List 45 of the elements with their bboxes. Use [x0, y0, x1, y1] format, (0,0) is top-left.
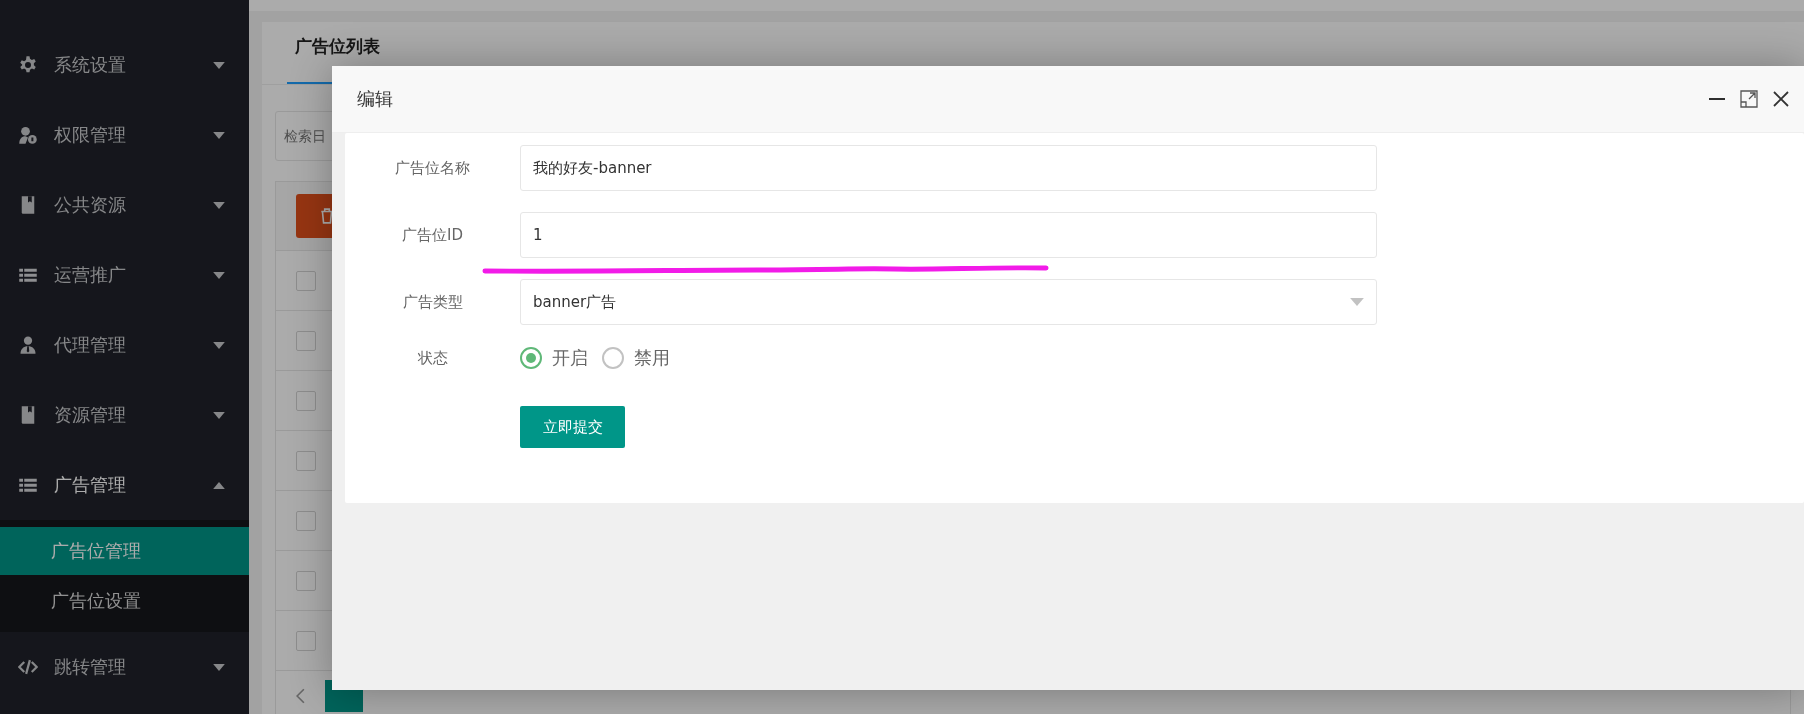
nav-item[interactable]: 代理管理: [0, 310, 249, 380]
caret-icon: [213, 411, 225, 419]
field-label: 广告位ID: [401, 225, 464, 245]
caret-icon: [213, 481, 225, 489]
trash-icon: [320, 208, 334, 224]
nav-item[interactable]: 广告管理: [0, 450, 249, 520]
submenu-item[interactable]: 广告位管理: [0, 527, 249, 575]
nav-item[interactable]: 权限管理: [0, 100, 249, 170]
field-label: 状态: [416, 348, 449, 368]
caret-icon: [213, 61, 225, 69]
code-icon: [18, 657, 38, 677]
caret-icon: [213, 131, 225, 139]
close-icon[interactable]: [1772, 90, 1790, 108]
nav-item[interactable]: 运营推广: [0, 240, 249, 310]
submenu-item[interactable]: 广告位设置: [0, 575, 249, 632]
caret-icon: [213, 271, 225, 279]
checkbox[interactable]: [296, 450, 316, 471]
checkbox[interactable]: [296, 630, 316, 651]
input-field[interactable]: 1: [520, 212, 1377, 258]
radio-option[interactable]: 开启: [520, 346, 588, 370]
submit-button[interactable]: 立即提交: [520, 406, 625, 448]
input-field[interactable]: 我的好友-banner: [520, 145, 1377, 191]
checkbox[interactable]: [296, 390, 316, 411]
maximize-icon[interactable]: [1740, 90, 1758, 108]
nav-item[interactable]: 资源管理: [0, 380, 249, 450]
checkbox[interactable]: [296, 570, 316, 591]
caret-icon: [1350, 298, 1364, 306]
field-label: 广告类型: [401, 292, 464, 312]
nav-item[interactable]: 系统设置: [0, 30, 249, 100]
nav-item[interactable]: 公共资源: [0, 170, 249, 240]
checkbox[interactable]: [296, 330, 316, 351]
checkbox[interactable]: [296, 270, 316, 291]
caret-icon: [213, 201, 225, 209]
select-field[interactable]: banner广告: [520, 279, 1377, 325]
caret-icon: [213, 341, 225, 349]
nav-item[interactable]: 跳转管理: [0, 632, 249, 702]
checkbox[interactable]: [296, 510, 316, 531]
caret-icon: [213, 663, 225, 671]
dialog-title: 编辑: [357, 87, 394, 111]
field-label: 广告位名称: [394, 158, 471, 178]
chevron-left-icon[interactable]: [296, 688, 305, 704]
user-lock-icon: [18, 125, 38, 145]
person-icon: [18, 335, 38, 355]
gear-icon: [18, 55, 38, 75]
radio-option[interactable]: 禁用: [602, 346, 670, 370]
